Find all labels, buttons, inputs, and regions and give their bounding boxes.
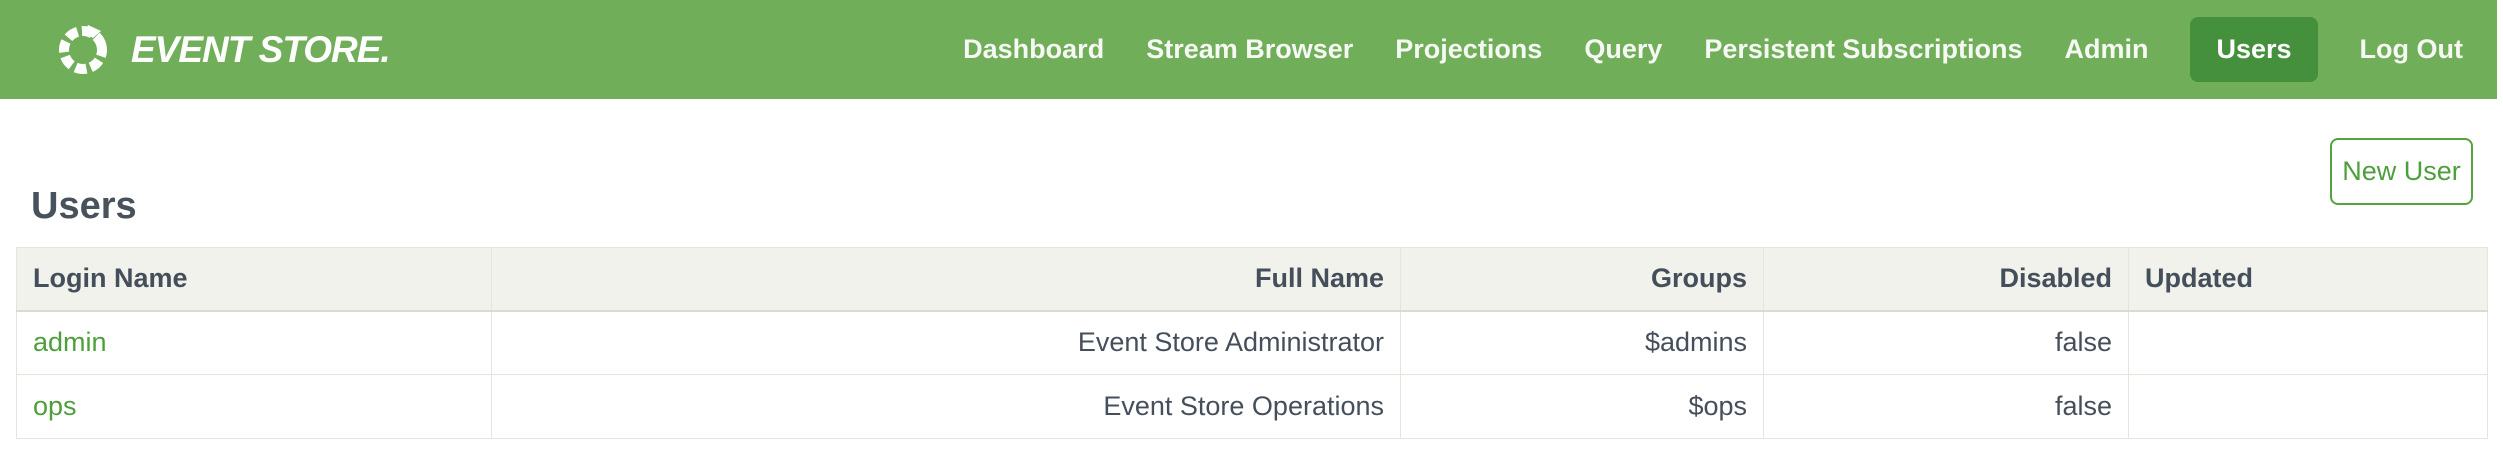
nav-item-projections[interactable]: Projections bbox=[1395, 34, 1542, 65]
cell-full-name: Event Store Operations bbox=[492, 375, 1401, 439]
cell-updated bbox=[2129, 311, 2488, 375]
table-row: admin Event Store Administrator$adminsfal… bbox=[17, 311, 2488, 375]
users-table-header: Login NameFull NameGroupsDisabledUpdated bbox=[17, 248, 2488, 311]
nav-item-stream-browser[interactable]: Stream Browser bbox=[1146, 34, 1353, 65]
nav-item-users[interactable]: Users bbox=[2190, 17, 2317, 82]
logo-wordmark: EVENT STORE. bbox=[131, 29, 390, 71]
user-login-link[interactable]: ops bbox=[33, 391, 77, 421]
nav-item-persistent-subscriptions[interactable]: Persistent Subscriptions bbox=[1704, 34, 2022, 65]
new-user-button[interactable]: New User bbox=[2330, 138, 2473, 205]
column-header-groups: Groups bbox=[1401, 248, 1764, 311]
scrollbar-track[interactable] bbox=[2497, 0, 2503, 99]
cell-full-name: Event Store Administrator bbox=[492, 311, 1401, 375]
cell-updated bbox=[2129, 375, 2488, 439]
event-store-logo[interactable]: EVENT STORE. bbox=[55, 22, 390, 78]
cell-disabled: false bbox=[1764, 375, 2129, 439]
column-header-login-name: Login Name bbox=[17, 248, 492, 311]
user-login-link[interactable]: admin bbox=[33, 327, 107, 357]
column-header-full-name: Full Name bbox=[492, 248, 1401, 311]
cell-login-name: ops bbox=[17, 375, 492, 439]
nav-item-query[interactable]: Query bbox=[1584, 34, 1662, 65]
header-row: Login NameFull NameGroupsDisabledUpdated bbox=[17, 248, 2488, 311]
event-store-shutter-icon bbox=[55, 22, 111, 78]
users-table: Login NameFull NameGroupsDisabledUpdated… bbox=[16, 247, 2488, 439]
column-header-disabled: Disabled bbox=[1764, 248, 2129, 311]
cell-login-name: admin bbox=[17, 311, 492, 375]
cell-groups: $admins bbox=[1401, 311, 1764, 375]
users-table-body: admin Event Store Administrator$adminsfal… bbox=[17, 311, 2488, 439]
cell-groups: $ops bbox=[1401, 375, 1764, 439]
page-title: Users bbox=[31, 185, 137, 228]
page-header-section: Users New User bbox=[0, 99, 2503, 247]
cell-disabled: false bbox=[1764, 311, 2129, 375]
top-nav: Dashboard Stream Browser Projections Query P… bbox=[963, 17, 2503, 82]
column-header-updated: Updated bbox=[2129, 248, 2488, 311]
top-header-bar: EVENT STORE. Dashboard Stream Browser Proj… bbox=[0, 0, 2503, 99]
nav-item-log-out[interactable]: Log Out bbox=[2360, 34, 2463, 65]
table-row: ops Event Store Operations$opsfalse bbox=[17, 375, 2488, 439]
nav-item-dashboard[interactable]: Dashboard bbox=[963, 34, 1104, 65]
nav-item-admin[interactable]: Admin bbox=[2064, 34, 2148, 65]
